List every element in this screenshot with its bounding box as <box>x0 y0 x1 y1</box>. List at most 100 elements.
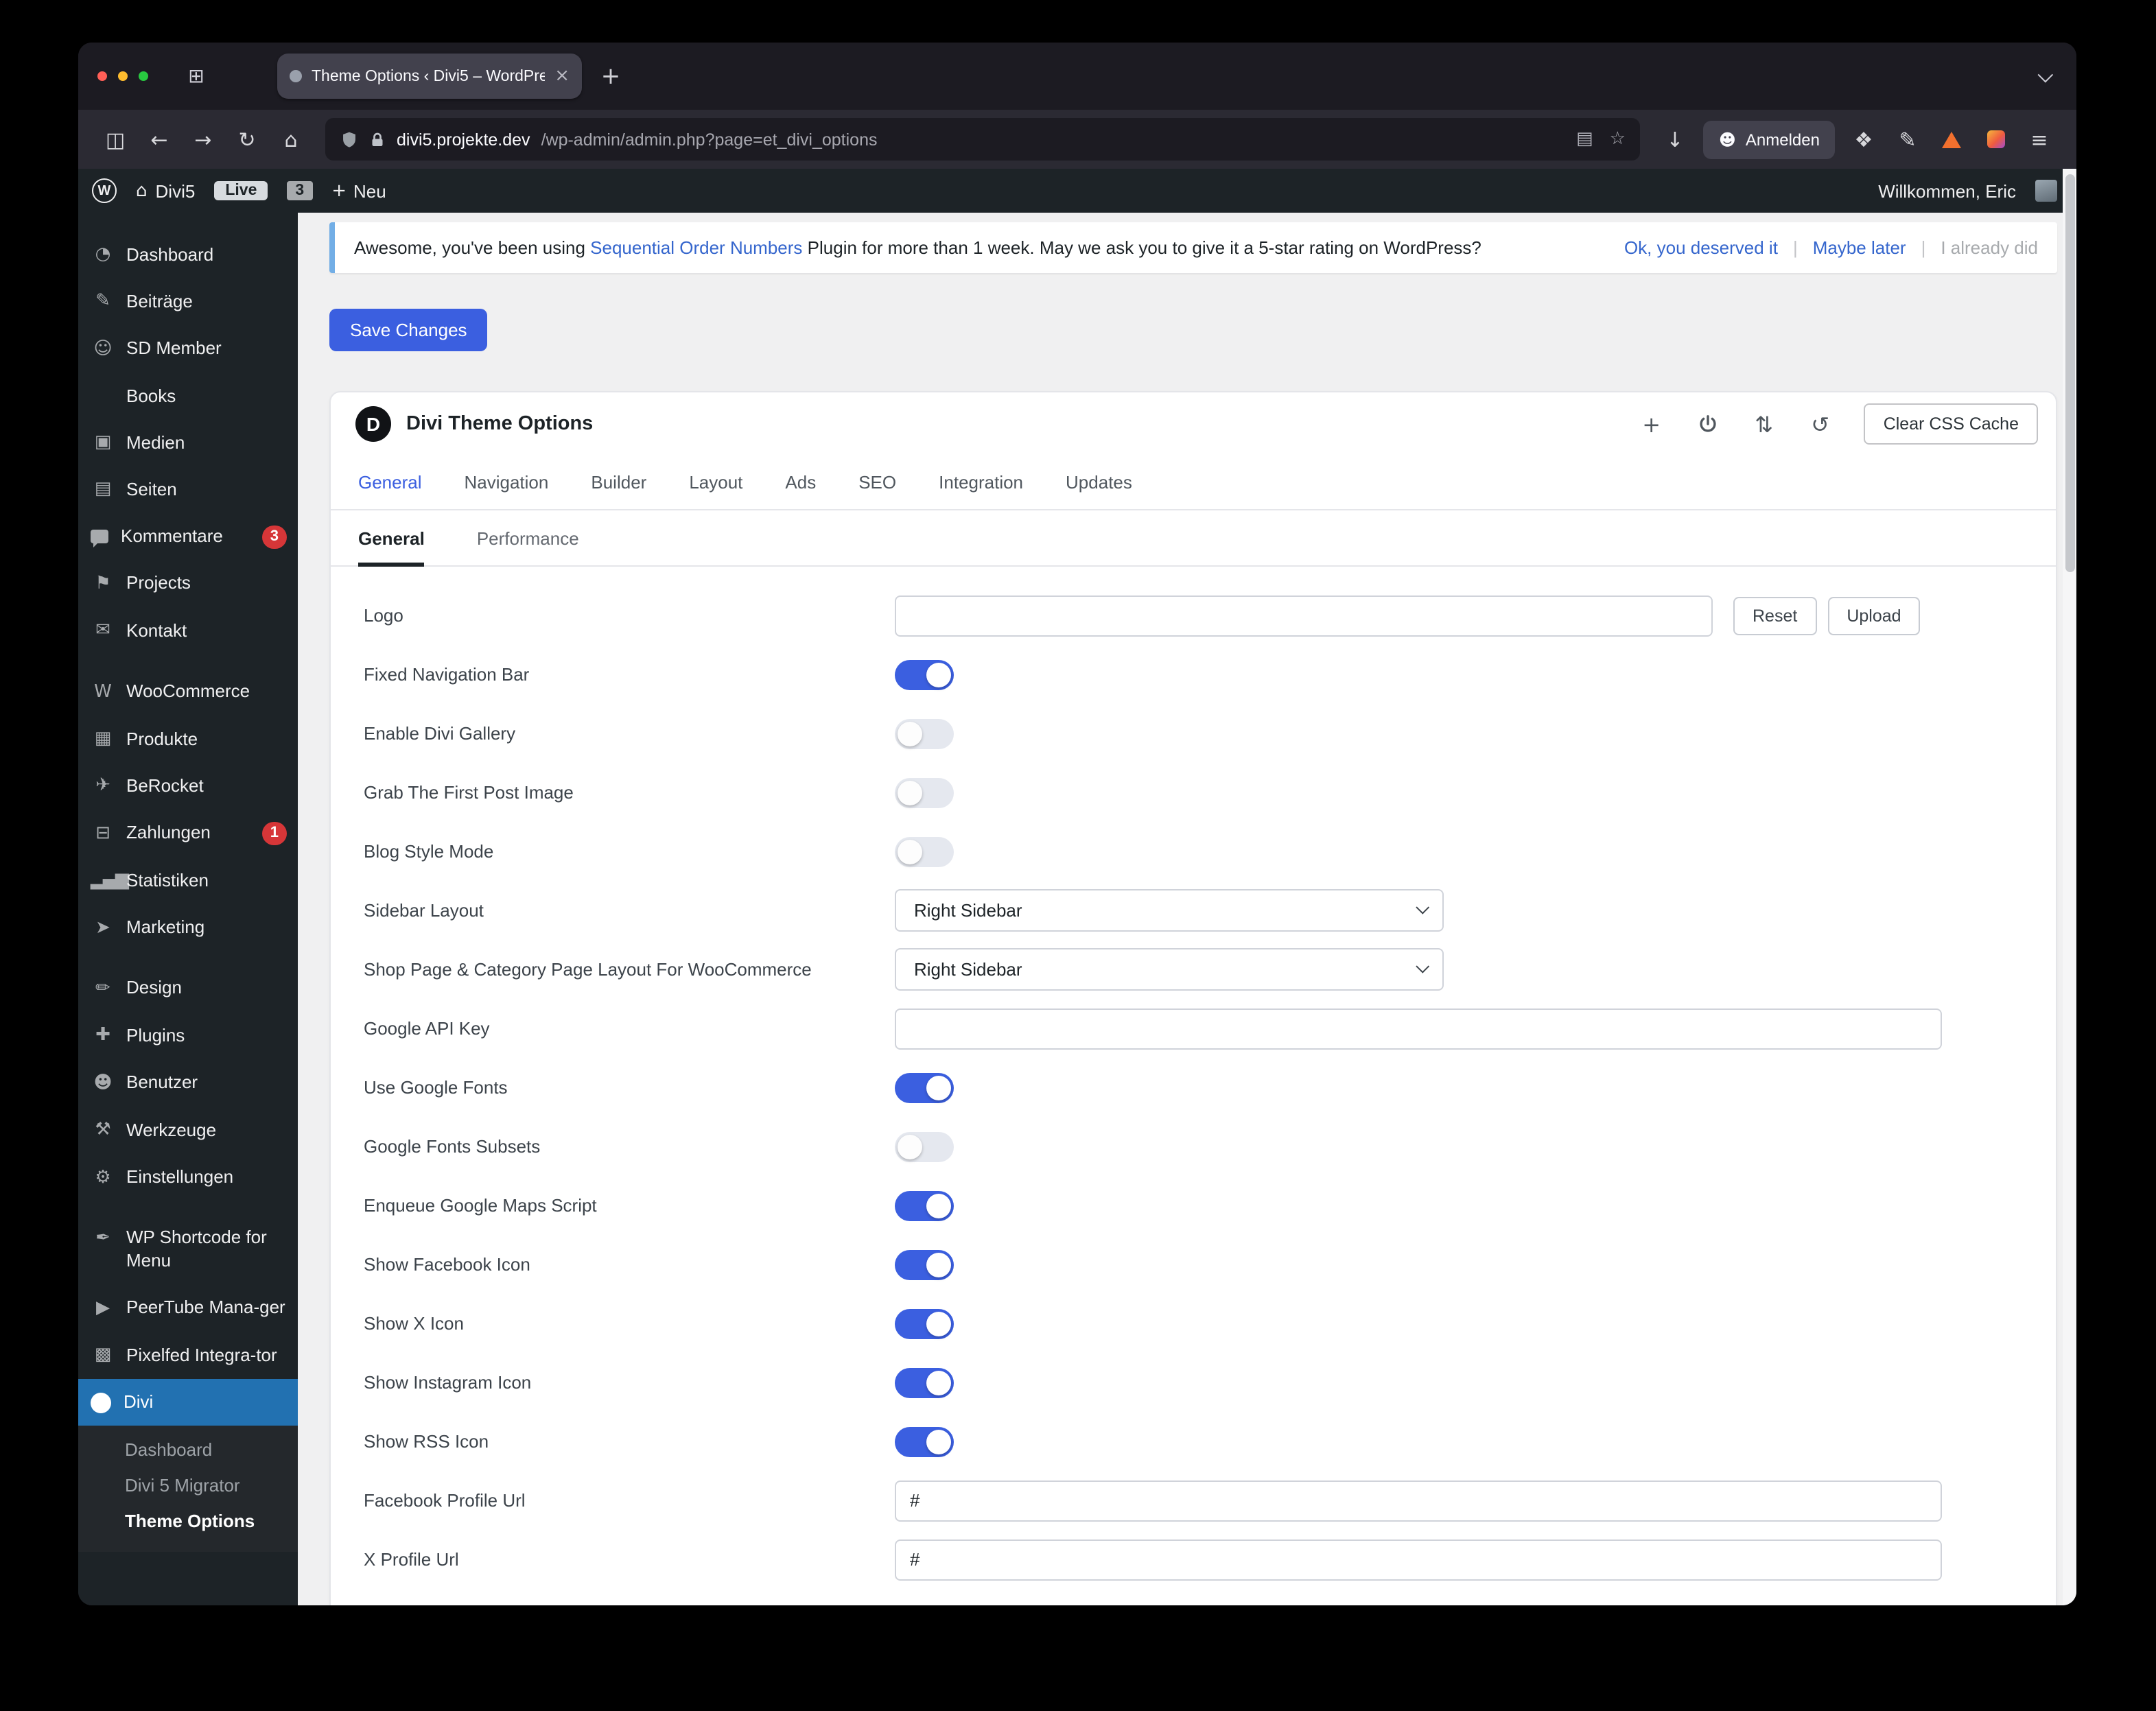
sidebar-item-books[interactable]: Books <box>78 373 298 420</box>
sidebar-item-peertube-mana-ger[interactable]: ▶ PeerTube Mana-ger <box>78 1285 298 1332</box>
close-tab-icon[interactable]: × <box>554 66 570 86</box>
sidebar-item-werkzeuge[interactable]: ⚒ Werkzeuge <box>78 1107 298 1155</box>
close-window-button[interactable] <box>97 71 107 81</box>
sidebar-item-dashboard[interactable]: ◔ Dashboard <box>78 232 298 279</box>
tab-builder[interactable]: Builder <box>591 472 646 493</box>
sidebar-item-divi[interactable]: D Divi <box>78 1379 298 1426</box>
edit-page-icon[interactable]: ✎ <box>1887 119 1928 160</box>
google-api-key-input[interactable] <box>895 1008 1942 1049</box>
sidebar-toggle-icon[interactable]: ◫ <box>95 119 136 160</box>
sidebar-item-plugins[interactable]: ✚ Plugins <box>78 1013 298 1061</box>
upload-button[interactable]: Upload <box>1827 596 1921 635</box>
show-facebook-icon-toggle[interactable] <box>895 1249 954 1279</box>
sidebar-item-seiten[interactable]: ▤ Seiten <box>78 467 298 515</box>
firefox-signin-button[interactable]: ☻ Anmelden <box>1703 120 1835 158</box>
sidebar-item-zahlungen[interactable]: ⊟ Zahlungen 1 <box>78 811 298 858</box>
new-label: Neu <box>353 180 386 201</box>
reset-button[interactable]: Reset <box>1733 596 1817 635</box>
comments-shortcut[interactable]: 3 <box>287 181 313 200</box>
sidebar-item-design[interactable]: ✏ Design <box>78 966 298 1013</box>
show-instagram-icon-toggle[interactable] <box>895 1367 954 1397</box>
url-bar[interactable]: divi5.projekte.dev /wp-admin/admin.php?p… <box>325 118 1641 161</box>
wordpress-logo-icon[interactable]: W <box>92 178 117 203</box>
sort-icon[interactable]: ⇅ <box>1744 403 1785 445</box>
page-scrollbar[interactable] <box>2063 169 2076 1605</box>
back-icon[interactable]: ← <box>139 119 180 160</box>
reload-icon[interactable]: ↻ <box>226 119 268 160</box>
tracking-shield-icon[interactable] <box>340 130 358 149</box>
minimize-window-button[interactable] <box>118 71 128 81</box>
bookmark-star-icon[interactable]: ☆ <box>1610 129 1626 150</box>
sidebar-item-wp-shortcode-for-menu[interactable]: ✒ WP Shortcode for Menu <box>78 1216 298 1286</box>
firefox-view-icon[interactable]: ⊞ <box>178 58 214 94</box>
submenu-item-divi-5-migrator[interactable]: Divi 5 Migrator <box>78 1467 298 1503</box>
fixed-navigation-bar-toggle[interactable] <box>895 659 954 689</box>
grab-the-first-post-image-toggle[interactable] <box>895 777 954 807</box>
browser-tab[interactable]: Theme Options ‹ Divi5 – WordPress × <box>277 54 582 99</box>
new-tab-button[interactable]: + <box>593 58 629 94</box>
home-icon[interactable]: ⌂ <box>270 119 312 160</box>
google-fonts-subsets-toggle[interactable] <box>895 1131 954 1161</box>
tab-list-chevron-icon[interactable] <box>2037 64 2054 88</box>
sidebar-item-kontakt[interactable]: ✉ Kontakt <box>78 608 298 655</box>
facebook-profile-url-input[interactable] <box>895 1480 1942 1521</box>
tab-general[interactable]: General <box>358 472 422 493</box>
show-rss-icon-toggle[interactable] <box>895 1426 954 1456</box>
live-badge[interactable]: Live <box>214 181 268 200</box>
plugin-link[interactable]: Sequential Order Numbers <box>590 237 802 258</box>
sidebar-item-berocket[interactable]: ✈ BeRocket <box>78 764 298 811</box>
clear-css-cache-button[interactable]: Clear CSS Cache <box>1864 403 2038 445</box>
sidebar-item-marketing[interactable]: ➤ Marketing <box>78 905 298 952</box>
submenu-item-theme-options[interactable]: Theme Options <box>78 1503 298 1539</box>
submenu-item-dashboard[interactable]: Dashboard <box>78 1432 298 1467</box>
sidebar-item-einstellungen[interactable]: ⚙ Einstellungen <box>78 1155 298 1202</box>
x-profile-url-input[interactable] <box>895 1539 1942 1580</box>
logo-input[interactable] <box>895 595 1713 636</box>
site-link[interactable]: ⌂ Divi5 <box>136 180 195 201</box>
enable-divi-gallery-toggle[interactable] <box>895 718 954 748</box>
scrollbar-thumb[interactable] <box>2065 174 2074 572</box>
sidebar-item-statistiken[interactable]: ▂▄▆ Statistiken <box>78 858 298 905</box>
reader-mode-icon[interactable]: ▤ <box>1576 129 1593 150</box>
hamburger-menu-icon[interactable]: ≡ <box>2019 119 2060 160</box>
subtab-performance[interactable]: Performance <box>477 510 579 565</box>
warning-triangle-icon[interactable] <box>1931 119 1972 160</box>
palette-icon[interactable] <box>1975 119 2016 160</box>
new-content-button[interactable]: + Neu <box>331 180 386 201</box>
use-google-fonts-toggle[interactable] <box>895 1072 954 1102</box>
undo-icon[interactable]: ↺ <box>1800 403 1841 445</box>
sidebar-item-benutzer[interactable]: ☻ Benutzer <box>78 1061 298 1108</box>
extensions-icon[interactable]: ❖ <box>1843 119 1884 160</box>
sidebar-item-projects[interactable]: ⚑ Projects <box>78 561 298 609</box>
sidebar-item-woocommerce[interactable]: W WooCommerce <box>78 669 298 716</box>
sidebar-item-kommentare[interactable]: Kommentare 3 <box>78 515 298 561</box>
sidebar-layout-select[interactable]: Right Sidebar <box>895 889 1444 932</box>
tab-ads[interactable]: Ads <box>785 472 816 493</box>
show-x-icon-toggle[interactable] <box>895 1308 954 1338</box>
tab-seo[interactable]: SEO <box>858 472 896 493</box>
sidebar-item-produkte[interactable]: ▦ Produkte <box>78 716 298 764</box>
zoom-window-button[interactable] <box>139 71 148 81</box>
lock-icon[interactable] <box>369 130 386 149</box>
save-changes-button[interactable]: Save Changes <box>329 309 488 351</box>
notice-action-i-already-did[interactable]: I already did <box>1941 237 2038 258</box>
sidebar-item-sd-member[interactable]: ☺ SD Member <box>78 327 298 374</box>
power-icon[interactable] <box>1687 403 1729 445</box>
tab-layout[interactable]: Layout <box>689 472 742 493</box>
sidebar-item-medien[interactable]: ▣ Medien <box>78 420 298 467</box>
tab-integration[interactable]: Integration <box>939 472 1023 493</box>
tab-updates[interactable]: Updates <box>1066 472 1132 493</box>
notice-action-maybe-later[interactable]: Maybe later <box>1813 237 1906 258</box>
sidebar-item-beitr-ge[interactable]: ✎ Beiträge <box>78 279 298 327</box>
shop-page-category-page-layout-for-woocommerce-select[interactable]: Right Sidebar <box>895 948 1444 991</box>
downloads-icon[interactable]: ↓ <box>1654 119 1696 160</box>
forward-icon[interactable]: → <box>183 119 224 160</box>
tab-navigation[interactable]: Navigation <box>465 472 549 493</box>
add-icon[interactable]: + <box>1631 403 1672 445</box>
welcome-text[interactable]: Willkommen, Eric <box>1878 180 2016 201</box>
sidebar-item-pixelfed-integra-tor[interactable]: ▩ Pixelfed Integra-tor <box>78 1332 298 1380</box>
subtab-general[interactable]: General <box>358 510 425 567</box>
enqueue-google-maps-script-toggle[interactable] <box>895 1190 954 1220</box>
notice-action-ok-you-deserved-it[interactable]: Ok, you deserved it <box>1624 237 1778 258</box>
blog-style-mode-toggle[interactable] <box>895 836 954 866</box>
